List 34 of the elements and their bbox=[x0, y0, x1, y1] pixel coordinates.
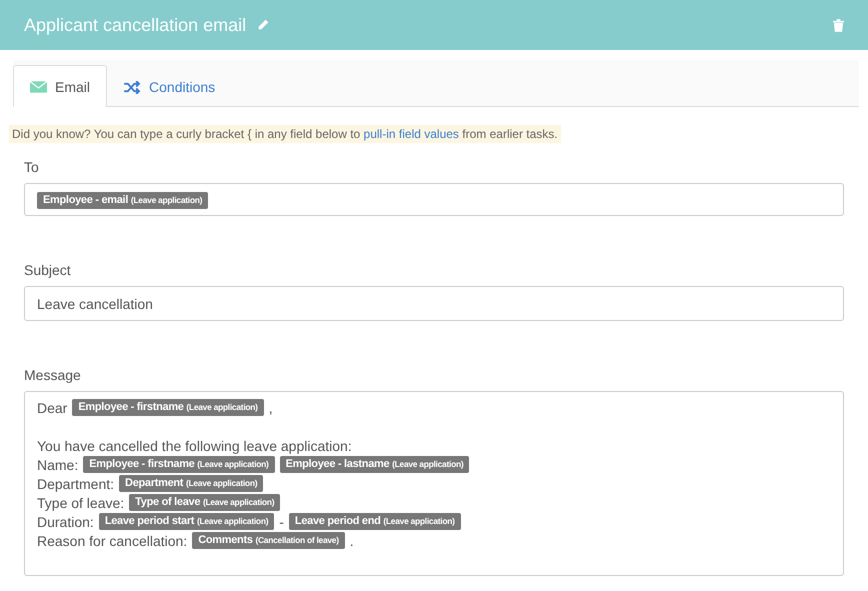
message-text: . bbox=[350, 532, 354, 548]
subject-field[interactable]: Leave cancellation bbox=[24, 286, 844, 321]
envelope-icon bbox=[30, 80, 47, 92]
trash-icon[interactable] bbox=[833, 18, 844, 32]
message-text: Department: bbox=[37, 476, 114, 492]
message-text: Type of leave: bbox=[37, 494, 124, 510]
message-text: Dear bbox=[37, 400, 68, 416]
pencil-icon[interactable] bbox=[256, 18, 270, 32]
field-token[interactable]: Type of leave (Leave application) bbox=[129, 494, 280, 511]
field-label: Subject bbox=[24, 262, 72, 278]
message-text: Name: bbox=[37, 456, 78, 472]
field-token[interactable]: Comments (Cancellation of leave) bbox=[192, 532, 345, 549]
message-text: Reason for cancellation: bbox=[37, 532, 188, 548]
tab[interactable]: Conditions bbox=[107, 66, 232, 107]
field-label: To bbox=[24, 159, 40, 175]
field-token[interactable]: Department (Leave application) bbox=[119, 475, 264, 492]
field-token[interactable]: Leave period start (Leave application) bbox=[98, 513, 274, 530]
field-token[interactable]: Employee - email (Leave application) bbox=[37, 192, 208, 209]
shuffle-icon bbox=[124, 80, 140, 94]
message-text: Duration: bbox=[37, 514, 94, 530]
field-token[interactable]: Employee - lastname (Leave application) bbox=[280, 456, 470, 473]
page-title: Applicant cancellation email bbox=[24, 14, 246, 36]
field-token[interactable]: Employee - firstname (Leave application) bbox=[72, 399, 264, 416]
field-token[interactable]: Employee - firstname (Leave application) bbox=[83, 456, 275, 473]
pull-in-link[interactable]: pull-in field values bbox=[364, 127, 459, 141]
message-text: , bbox=[268, 400, 273, 416]
message-field[interactable] bbox=[24, 391, 844, 576]
to-field[interactable]: Employee - email (Leave application) bbox=[24, 183, 844, 216]
tip-text: Did you know? You can type a curly bracket { in any field below to pull-in field values from earlier tasks. bbox=[9, 125, 561, 143]
tab[interactable]: Email bbox=[13, 65, 108, 107]
field-label: Message bbox=[24, 367, 82, 383]
field-token[interactable]: Leave period end (Leave application) bbox=[288, 513, 461, 530]
message-text: - bbox=[279, 514, 284, 530]
message-text: You have cancelled the following leave application: bbox=[37, 438, 352, 454]
